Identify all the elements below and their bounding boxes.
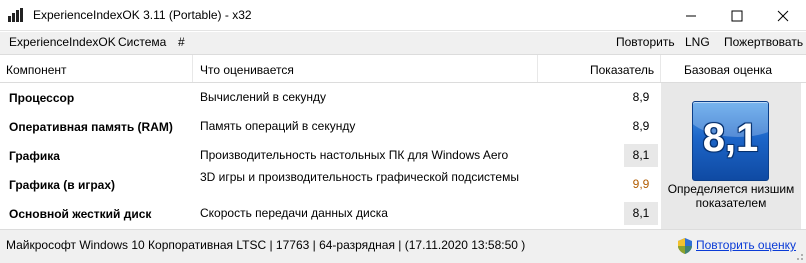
assessed-metric: 3D игры и производительность графической… [200, 170, 519, 184]
uac-shield-icon [678, 238, 692, 254]
menu-system[interactable]: Система [118, 35, 166, 49]
menu-bar: ExperienceIndexOK Система # Повторить LN… [0, 32, 806, 54]
minimize-button[interactable] [668, 0, 714, 31]
assessed-metric: Вычислений в секунду [200, 90, 327, 104]
column-separator [192, 55, 193, 82]
column-separator [537, 55, 538, 82]
table-row[interactable]: Процессор Вычислений в секунду 8,9 [0, 83, 660, 112]
component-name: Оперативная память (RAM) [9, 120, 173, 134]
close-icon [777, 10, 789, 22]
menu-repeat[interactable]: Повторить [616, 35, 675, 49]
score-value: 8,1 [624, 202, 658, 225]
status-bar: Майкрософт Windows 10 Корпоративная LTSC… [0, 229, 806, 263]
base-score-panel: 8,1 Определяется низшим показателем [661, 83, 801, 229]
header-score[interactable]: Показатель [590, 63, 654, 77]
menu-lng[interactable]: LNG [685, 35, 710, 49]
table-row[interactable]: Основной жесткий диск Скорость передачи … [0, 199, 660, 228]
table-row[interactable]: Оперативная память (RAM) Память операций… [0, 112, 660, 141]
base-score-tile: 8,1 [692, 101, 769, 181]
close-button[interactable] [760, 0, 806, 31]
rerate-link[interactable]: Повторить оценку [696, 238, 796, 252]
table-header: Компонент Что оценивается Показатель Баз… [0, 54, 806, 83]
header-what[interactable]: Что оценивается [200, 63, 294, 77]
assessed-metric: Память операций в секунду [200, 119, 356, 133]
component-name: Графика [9, 149, 60, 163]
menu-hash[interactable]: # [178, 35, 185, 49]
column-separator [660, 55, 661, 82]
menu-donate[interactable]: Пожертвовать [724, 35, 803, 49]
assessed-metric: Скорость передачи данных диска [200, 206, 388, 220]
minimize-icon [686, 15, 696, 17]
score-value: 8,1 [624, 144, 658, 167]
component-name: Графика (в играх) [9, 178, 115, 192]
header-base[interactable]: Базовая оценка [684, 63, 772, 77]
table-row[interactable]: Графика Производительность настольных ПК… [0, 141, 660, 170]
component-name: Основной жесткий диск [9, 207, 152, 221]
assessed-metric: Производительность настольных ПК для Win… [200, 148, 509, 162]
title-bar: ExperienceIndexOK 3.11 (Portable) - x32 [0, 0, 806, 31]
base-score-caption: Определяется низшим показателем [667, 182, 795, 210]
score-value: 9,9 [632, 177, 650, 191]
score-value: 8,9 [632, 90, 650, 104]
base-score-value: 8,1 [702, 116, 759, 160]
score-value: 8,9 [632, 119, 650, 133]
bar-chart-app-icon [8, 8, 24, 22]
system-info: Майкрософт Windows 10 Корпоративная LTSC… [6, 238, 526, 252]
component-name: Процессор [9, 91, 75, 105]
menu-experienceindexok[interactable]: ExperienceIndexOK [9, 35, 116, 49]
table-row[interactable]: Графика (в играх) 3D игры и производител… [0, 170, 660, 199]
resize-grip-icon[interactable] [794, 251, 804, 261]
header-component[interactable]: Компонент [6, 63, 67, 77]
window-title: ExperienceIndexOK 3.11 (Portable) - x32 [33, 8, 252, 22]
maximize-button[interactable] [714, 0, 760, 31]
maximize-icon [731, 10, 743, 22]
